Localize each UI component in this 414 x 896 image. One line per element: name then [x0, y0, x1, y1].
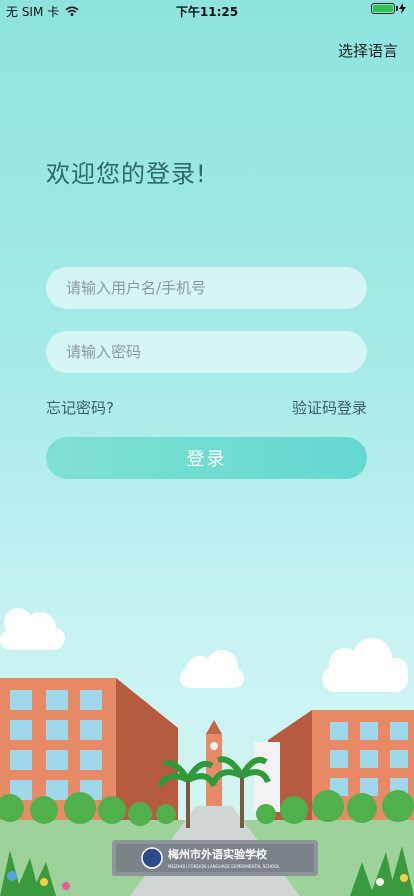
status-right [371, 3, 406, 14]
sign-subtitle: MEIZHOU FOREIGN LANGUAGE EXPERIMENTAL SC… [168, 864, 280, 869]
school-sign: 梅州市外语实验学校 MEIZHOU FOREIGN LANGUAGE EXPER… [112, 840, 318, 876]
status-bar: 无 SIM 卡 下午11:25 [0, 0, 414, 22]
campus-illustration: 梅州市外语实验学校 MEIZHOU FOREIGN LANGUAGE EXPER… [0, 608, 414, 896]
username-input[interactable] [46, 267, 367, 309]
welcome-title: 欢迎您的登录! [46, 160, 207, 188]
battery-icon [371, 3, 398, 14]
sms-login-link[interactable]: 验证码登录 [292, 397, 367, 418]
sign-title: 梅州市外语实验学校 [168, 847, 268, 861]
cloud-middle [180, 650, 244, 688]
charging-bolt-icon [399, 3, 406, 14]
battery-fill [373, 5, 393, 12]
forgot-password-link[interactable]: 忘记密码? [46, 397, 114, 418]
select-language-button[interactable]: 选择语言 [338, 40, 398, 61]
password-input[interactable] [46, 331, 367, 373]
status-time: 下午11:25 [175, 5, 239, 19]
login-button[interactable]: 登录 [46, 437, 367, 479]
cloud-right [322, 638, 408, 692]
cloud-left [0, 608, 65, 650]
school-emblem-icon [141, 847, 163, 869]
